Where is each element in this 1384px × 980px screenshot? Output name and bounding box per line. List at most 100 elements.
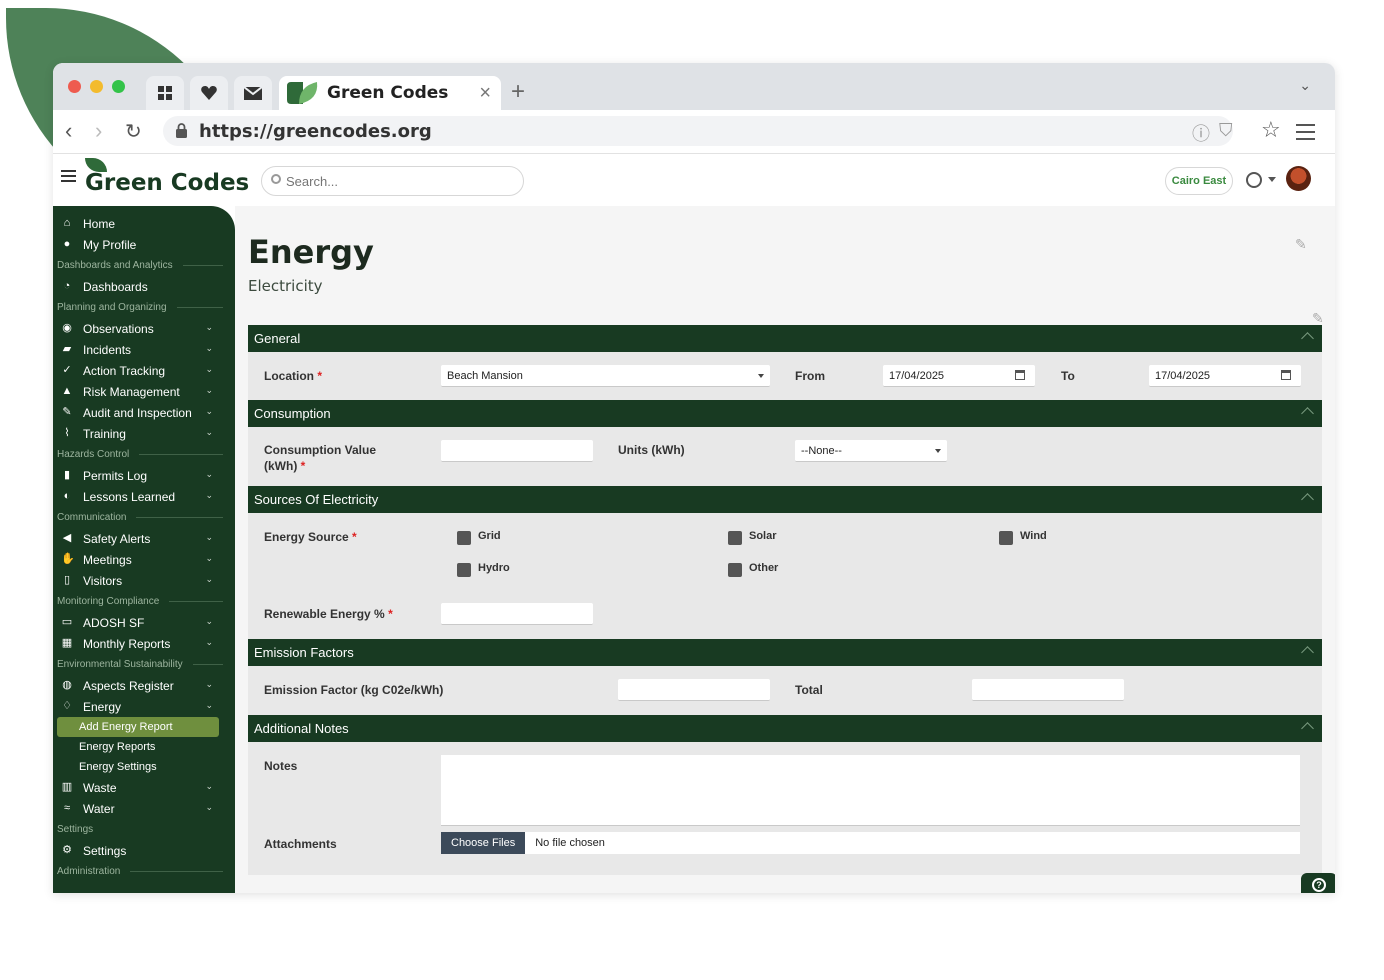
sidebar-item-risk-management[interactable]: ▲ Risk Management ⌄: [53, 381, 235, 402]
sidebar-item-incidents[interactable]: ▰ Incidents ⌄: [53, 339, 235, 360]
collapse-chevron-icon[interactable]: [1301, 407, 1314, 420]
sidebar-item-action-tracking[interactable]: ✓ Action Tracking ⌄: [53, 360, 235, 381]
sidebar-item-my-profile[interactable]: ● My Profile: [53, 234, 235, 255]
sources-section-header[interactable]: Sources Of Electricity: [248, 486, 1322, 513]
calendar-icon[interactable]: [1015, 370, 1025, 380]
from-date-input[interactable]: 17/04/2025: [883, 365, 1035, 387]
forward-icon[interactable]: ›: [95, 118, 102, 144]
sidebar-item-audit-and-inspection[interactable]: ✎ Audit and Inspection ⌄: [53, 402, 235, 423]
sidebar-item-meetings[interactable]: ✋ Meetings ⌄: [53, 549, 235, 570]
chevron-down-icon[interactable]: ⌄: [205, 616, 213, 627]
attachments-file-input[interactable]: Choose Files No file chosen: [441, 832, 1300, 854]
sources-heading: Sources Of Electricity: [254, 492, 379, 507]
sidebar-item-permits-log[interactable]: ▮ Permits Log ⌄: [53, 465, 235, 486]
general-section-header[interactable]: General: [248, 325, 1322, 352]
chevron-down-icon[interactable]: ⌄: [205, 679, 213, 690]
emission-section-header[interactable]: Emission Factors: [248, 639, 1322, 666]
hamburger-menu-icon[interactable]: [61, 170, 76, 185]
sidebar-item-visitors[interactable]: ▯ Visitors ⌄: [53, 570, 235, 591]
close-window-dot[interactable]: [68, 80, 81, 93]
chevron-down-icon[interactable]: ⌄: [205, 637, 213, 648]
url-field[interactable]: https://greencodes.org: [163, 116, 1233, 146]
other-checkbox[interactable]: [728, 563, 742, 577]
sidebar-item-aspects-register[interactable]: ◍ Aspects Register ⌄: [53, 675, 235, 696]
new-tab-icon[interactable]: +: [511, 78, 525, 106]
language-globe-icon[interactable]: [1246, 172, 1262, 188]
edit-page-pencil-icon[interactable]: ✎: [1295, 236, 1307, 253]
solar-checkbox[interactable]: [728, 531, 742, 545]
consumption-section-header[interactable]: Consumption: [248, 400, 1322, 427]
hydro-checkbox[interactable]: [457, 563, 471, 577]
location-selector[interactable]: Cairo East: [1165, 167, 1233, 195]
chevron-down-icon[interactable]: ⌄: [205, 406, 213, 417]
shield-icon[interactable]: ⛉: [1219, 120, 1233, 141]
location-select[interactable]: Beach Mansion: [441, 365, 770, 387]
chevron-down-icon[interactable]: ⌄: [205, 700, 213, 711]
sidebar-item-water[interactable]: ≈ Water ⌄: [53, 798, 235, 819]
notes-section-header[interactable]: Additional Notes: [248, 715, 1322, 742]
sidebar-item-dashboards[interactable]: ◔ Dashboards: [53, 276, 235, 297]
sidebar-nav: ⌂ Home ● My Profile Dashboards and Analytics…: [53, 206, 235, 893]
choose-files-button[interactable]: Choose Files: [441, 832, 526, 854]
chevron-down-icon[interactable]: ⌄: [205, 469, 213, 480]
sidebar-item-safety-alerts[interactable]: ◀ Safety Alerts ⌄: [53, 528, 235, 549]
chevron-down-icon[interactable]: ⌄: [205, 364, 213, 375]
sidebar-item-monthly-reports[interactable]: ▦ Monthly Reports ⌄: [53, 633, 235, 654]
collapse-chevron-icon[interactable]: [1301, 493, 1314, 506]
sidebar-subitem-energy-settings[interactable]: Energy Settings: [53, 757, 235, 777]
grid-checkbox[interactable]: [457, 531, 471, 545]
sidebar-subitem-add-energy-report[interactable]: Add Energy Report: [57, 717, 219, 737]
consumption-value-input[interactable]: [441, 440, 593, 462]
chevron-down-icon[interactable]: ⌄: [205, 322, 213, 333]
sidebar-item-observations[interactable]: ◉ Observations ⌄: [53, 318, 235, 339]
chevron-down-icon[interactable]: ⌄: [205, 553, 213, 564]
bookmark-star-icon[interactable]: ☆: [1261, 117, 1281, 143]
sidebar-item-energy[interactable]: ♢ Energy ⌄: [53, 696, 235, 717]
chevron-down-icon[interactable]: ⌄: [205, 385, 213, 396]
info-icon[interactable]: ⓘ: [1192, 120, 1210, 146]
collapse-chevron-icon[interactable]: [1301, 722, 1314, 735]
units-select[interactable]: --None--: [795, 440, 947, 462]
sidebar-subitem-energy-reports[interactable]: Energy Reports: [53, 737, 235, 757]
user-avatar[interactable]: [1286, 166, 1311, 191]
sidebar-item-lessons-learned[interactable]: ◐ Lessons Learned ⌄: [53, 486, 235, 507]
calendar-icon[interactable]: [1281, 370, 1291, 380]
language-dropdown-caret-icon[interactable]: [1268, 177, 1276, 182]
sidebar-item-settings[interactable]: ⚙ Settings: [53, 840, 235, 861]
emission-factor-input[interactable]: [618, 679, 770, 701]
flame-icon: ♢: [62, 700, 72, 712]
wind-checkbox[interactable]: [999, 531, 1013, 545]
chevron-down-icon[interactable]: ⌄: [205, 781, 213, 792]
total-input[interactable]: [972, 679, 1124, 701]
tab-list-chevron-icon[interactable]: ⌄: [1299, 77, 1311, 94]
browser-menu-icon[interactable]: [1296, 124, 1315, 140]
heart-icon[interactable]: [190, 76, 228, 110]
chevron-down-icon[interactable]: ⌄: [205, 343, 213, 354]
sidebar-item-home[interactable]: ⌂ Home: [53, 213, 235, 234]
chevron-down-icon[interactable]: ⌄: [205, 574, 213, 585]
chevron-down-icon[interactable]: ⌄: [205, 532, 213, 543]
sidebar-section-heading: Planning and Organizing: [53, 297, 235, 318]
close-tab-icon[interactable]: ×: [479, 82, 491, 105]
apps-grid-icon[interactable]: [146, 76, 184, 110]
to-date-input[interactable]: 17/04/2025: [1149, 365, 1301, 387]
renewable-energy-input[interactable]: [441, 603, 593, 625]
sidebar-item-adosh-sf[interactable]: ▭ ADOSH SF ⌄: [53, 612, 235, 633]
minimize-window-dot[interactable]: [90, 80, 103, 93]
collapse-chevron-icon[interactable]: [1301, 332, 1314, 345]
chevron-down-icon[interactable]: ⌄: [205, 802, 213, 813]
app-logo[interactable]: Green Codes: [85, 170, 249, 196]
back-icon[interactable]: ‹: [65, 118, 72, 144]
mail-icon[interactable]: [234, 76, 272, 110]
chevron-down-icon[interactable]: ⌄: [205, 427, 213, 438]
notes-textarea[interactable]: [441, 755, 1300, 826]
chevron-down-icon[interactable]: ⌄: [205, 490, 213, 501]
reload-icon[interactable]: ↻: [125, 119, 142, 144]
collapse-chevron-icon[interactable]: [1301, 646, 1314, 659]
help-button[interactable]: ?: [1301, 873, 1335, 893]
browser-tab-active[interactable]: Green Codes ×: [279, 76, 501, 110]
sidebar-item-waste[interactable]: ▥ Waste ⌄: [53, 777, 235, 798]
sidebar-item-training[interactable]: ⌇ Training ⌄: [53, 423, 235, 444]
maximize-window-dot[interactable]: [112, 80, 125, 93]
search-input[interactable]: [261, 166, 524, 196]
